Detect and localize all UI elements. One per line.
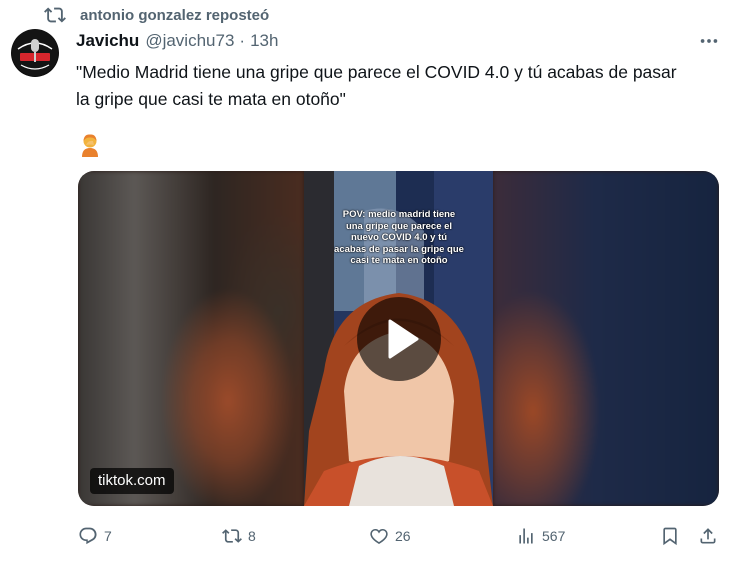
- views-icon: [519, 528, 533, 544]
- caption-line: casi te mata en otoño: [350, 255, 448, 266]
- person-facepalming-emoji-icon: [82, 134, 98, 157]
- video-thumbnail[interactable]: POV: medio madrid tiene una gripe que pa…: [78, 171, 719, 506]
- blurred-background-left: [78, 171, 304, 506]
- heart-icon: [370, 528, 388, 545]
- repost-icon: [222, 529, 242, 543]
- separator-dot: ·: [239, 31, 246, 50]
- like-button[interactable]: 26: [369, 520, 411, 552]
- repost-icon: [44, 7, 66, 23]
- bookmark-button[interactable]: [660, 520, 680, 552]
- reply-count: 7: [104, 528, 112, 544]
- repost-button[interactable]: 8: [222, 520, 256, 552]
- source-badge[interactable]: tiktok.com: [90, 468, 174, 494]
- caption-line: nuevo COVID 4.0 y tú: [350, 232, 448, 243]
- action-bar: 7 8 26 567: [0, 520, 734, 552]
- like-count: 26: [395, 528, 411, 544]
- views-count: 567: [542, 528, 566, 544]
- bookmark-icon: [663, 527, 677, 546]
- caption-line: una gripe que parece el: [345, 220, 453, 232]
- avatar-logo-image: [12, 30, 58, 76]
- views-button[interactable]: 567: [516, 520, 565, 552]
- reply-icon: [79, 527, 97, 545]
- more-options-icon[interactable]: [698, 30, 720, 52]
- share-button[interactable]: [698, 520, 718, 552]
- tweet-text-line: la gripe que casi te mata en otoño": [76, 89, 346, 109]
- tweet-header: Javichu @javichu73 · 13h: [76, 30, 278, 52]
- caption-line: POV: medio madrid tiene: [342, 209, 456, 220]
- caption-line: acabas de pasar la gripe que: [334, 243, 464, 255]
- blurred-background-right: [493, 171, 719, 506]
- repost-label: antonio gonzalez reposteó: [80, 6, 270, 24]
- timestamp[interactable]: 13h: [250, 31, 278, 51]
- avatar[interactable]: [11, 29, 59, 77]
- tweet-text-line: "Medio Madrid tiene una gripe que parece…: [76, 62, 677, 82]
- share-icon: [700, 528, 716, 544]
- reply-button[interactable]: 7: [78, 520, 112, 552]
- play-button[interactable]: [357, 297, 441, 381]
- video-caption: POV: medio madrid tiene una gripe que pa…: [324, 209, 474, 267]
- author-name[interactable]: Javichu: [76, 31, 139, 51]
- repost-indicator[interactable]: antonio gonzalez reposteó: [44, 4, 269, 26]
- repost-count: 8: [248, 528, 256, 544]
- play-icon: [388, 319, 419, 359]
- author-handle[interactable]: @javichu73: [145, 31, 234, 51]
- tweet-text: "Medio Madrid tiene una gripe que parece…: [76, 59, 716, 113]
